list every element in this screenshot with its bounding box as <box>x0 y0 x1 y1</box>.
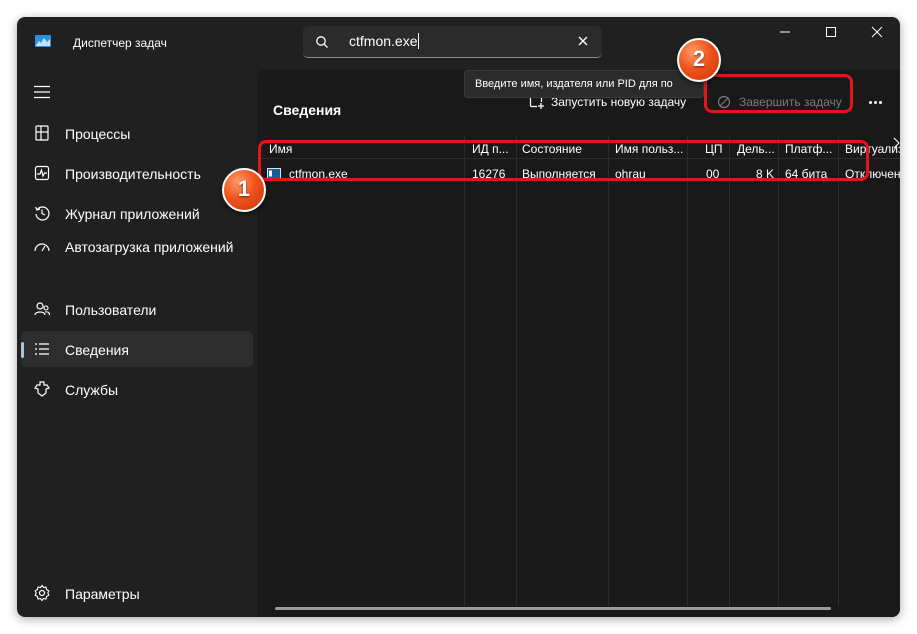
settings-icon <box>34 584 50 602</box>
search-box[interactable]: ctfmon.exe <box>303 26 602 58</box>
active-indicator <box>21 342 24 358</box>
sidebar-item-performance[interactable]: Производительность <box>21 155 253 191</box>
sidebar-item-app-history[interactable]: Журнал приложений <box>21 195 253 231</box>
minimize-icon <box>780 31 790 33</box>
highlight-end-task-button <box>704 74 853 113</box>
column-separator <box>729 136 730 606</box>
column-separator <box>838 136 839 606</box>
column-separator <box>516 136 517 606</box>
sidebar-item-label: Службы <box>65 382 119 398</box>
clear-search-icon[interactable] <box>576 34 590 48</box>
horizontal-scrollbar[interactable] <box>275 607 831 610</box>
sidebar-item-startup-apps[interactable]: Автозагрузка приложений <box>21 235 253 279</box>
sidebar-item-users[interactable]: Пользователи <box>21 291 253 327</box>
sidebar-item-services[interactable]: Службы <box>21 371 253 407</box>
services-icon <box>34 381 50 397</box>
close-icon <box>871 26 883 38</box>
hamburger-menu-icon[interactable] <box>33 85 51 99</box>
step-badge-2: 2 <box>677 38 721 82</box>
title-bar: Диспетчер задач ctfmon.exe <box>17 17 900 63</box>
highlight-process-row <box>258 140 869 181</box>
sidebar-item-label: Пользователи <box>65 302 157 318</box>
startup-apps-icon <box>34 243 50 252</box>
settings-label: Параметры <box>65 586 140 602</box>
page-title: Сведения <box>273 102 342 118</box>
details-icon <box>35 343 49 355</box>
sidebar-item-label: Сведения <box>65 342 129 358</box>
column-separator <box>778 136 779 606</box>
chevron-right-icon[interactable] <box>893 137 900 149</box>
more-dot-icon <box>869 101 872 104</box>
sidebar-item-label: Процессы <box>65 126 131 142</box>
app-history-icon <box>34 206 50 221</box>
sidebar: Процессы Производительность Журнал прило… <box>17 63 257 617</box>
close-button[interactable] <box>854 17 900 47</box>
performance-icon <box>34 165 50 181</box>
more-dot-icon <box>874 101 877 104</box>
users-icon <box>34 302 51 316</box>
sidebar-item-settings[interactable]: Параметры <box>21 575 253 611</box>
sidebar-item-processes[interactable]: Процессы <box>21 115 253 151</box>
step-badge-label: 2 <box>692 46 706 71</box>
column-separator <box>464 136 465 606</box>
tooltip-text: Введите имя, издателя или PID для по <box>475 78 673 90</box>
maximize-icon <box>826 27 836 37</box>
search-tooltip: Введите имя, издателя или PID для по <box>464 70 704 98</box>
processes-icon <box>35 125 49 141</box>
column-separator <box>608 136 609 606</box>
search-input[interactable]: ctfmon.exe <box>349 33 420 49</box>
step-badge-1: 1 <box>222 168 266 212</box>
sidebar-item-label: Журнал приложений <box>65 206 200 222</box>
sidebar-item-label: Автозагрузка приложений <box>65 239 234 255</box>
details-table: Имя ИД п... Состояние Имя польз... ЦП Де… <box>257 136 900 606</box>
search-icon <box>316 36 328 48</box>
sidebar-item-details[interactable]: Сведения <box>21 331 253 367</box>
more-options-button[interactable] <box>861 86 889 118</box>
sidebar-item-label: Производительность <box>65 166 201 182</box>
task-manager-app-icon <box>35 35 51 47</box>
step-badge-label: 1 <box>237 176 251 201</box>
column-separator <box>687 136 688 606</box>
minimize-button[interactable] <box>762 17 808 47</box>
app-title: Диспетчер задач <box>73 36 167 50</box>
maximize-button[interactable] <box>808 17 854 47</box>
more-dot-icon <box>879 101 882 104</box>
